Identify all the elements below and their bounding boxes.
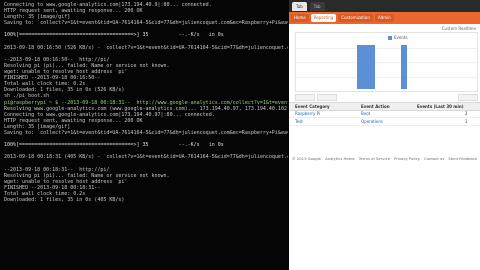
terminal-line: Resolving www.google-analytics.com (www.… [4,105,288,112]
page-blank-area [289,172,480,270]
table-controls [295,94,478,101]
terminal-line: 2013-09-18 00:18:31 (405 KB/s) - `collec… [4,154,288,161]
browser-tab[interactable]: Tab [309,2,325,11]
chart-gridline [296,77,477,78]
tab-admin[interactable]: Admin [374,14,394,22]
analytics-content: Custom Realtime Events Event Category Ev… [289,24,480,270]
chart-gridline [296,48,477,49]
cell-action[interactable]: Boot [361,111,370,116]
footer-link[interactable]: Terms of Service [359,156,390,161]
terminal-line: pi@raspberrypi ~ $ --2013-09-18 00:18:31… [4,99,288,106]
cell-category[interactable]: Raspberry Pi [295,111,320,116]
col-events[interactable]: Events (Last 30 min) [417,104,464,109]
terminal-line: Saving to: `collect?v=1&t=event&tid=UA-7… [4,20,288,27]
chart-gridline [296,62,477,63]
footer-link[interactable]: Send Feedback [448,156,477,161]
tab-reporting[interactable]: Reporting [310,14,337,22]
footer-link[interactable]: Privacy Policy [394,156,420,161]
analytics-header: Home Reporting Customization Admin [289,12,480,24]
cell-events: 2 [465,111,468,116]
chart-bar [404,45,407,89]
col-event-action[interactable]: Event Action [361,104,390,109]
terminal-line: Saving to: `collect?v=1&t=event&tid=UA-7… [4,129,288,136]
legend-label: Events [394,35,408,40]
table-control-3[interactable] [458,94,478,101]
chart-bar [372,45,375,89]
analytics-tabs: Home Reporting Customization Admin [291,14,396,22]
terminal-line: Downloaded: 1 files, 35 in 0s (405 KB/s) [4,197,125,203]
col-event-category[interactable]: Event Category [295,104,330,109]
cell-category[interactable]: Test [295,119,303,124]
terminal-window[interactable]: Connecting to www.google-analytics.com|1… [0,0,289,270]
chart-legend: Events [388,35,408,40]
footer-link[interactable]: Analytics Home [325,156,355,161]
table-row[interactable]: Raspberry Pi Boot 2 [289,110,480,118]
terminal-line: 2013-09-18 00:16:50 (526 KB/s) - `collec… [4,44,288,51]
browser-window: Tab Tab Home Reporting Customization Adm… [289,0,480,270]
terminal-output: Connecting to www.google-analytics.com|1… [4,2,288,203]
events-chart: Events [295,32,478,92]
cell-events: 1 [465,119,468,124]
table-row[interactable]: Test Operations 1 [289,118,480,126]
cell-action[interactable]: Operations [361,119,383,124]
legend-swatch [388,35,392,40]
tab-customization[interactable]: Customization [338,14,373,22]
browser-tab-active[interactable]: Tab [292,2,307,11]
date-range-label[interactable]: Custom Realtime [442,26,476,31]
footer-links: © 2013 Google Analytics Home Terms of Serv… [289,156,480,162]
table-control-1[interactable] [295,94,315,101]
table-control-2[interactable] [317,94,337,101]
footer-link[interactable]: Contact us [424,156,444,161]
browser-tabs: Tab Tab [289,2,325,12]
tab-home[interactable]: Home [291,14,309,22]
desktop-screen: Connecting to www.google-analytics.com|1… [0,0,480,270]
footer-link[interactable]: © 2013 Google [292,156,321,161]
